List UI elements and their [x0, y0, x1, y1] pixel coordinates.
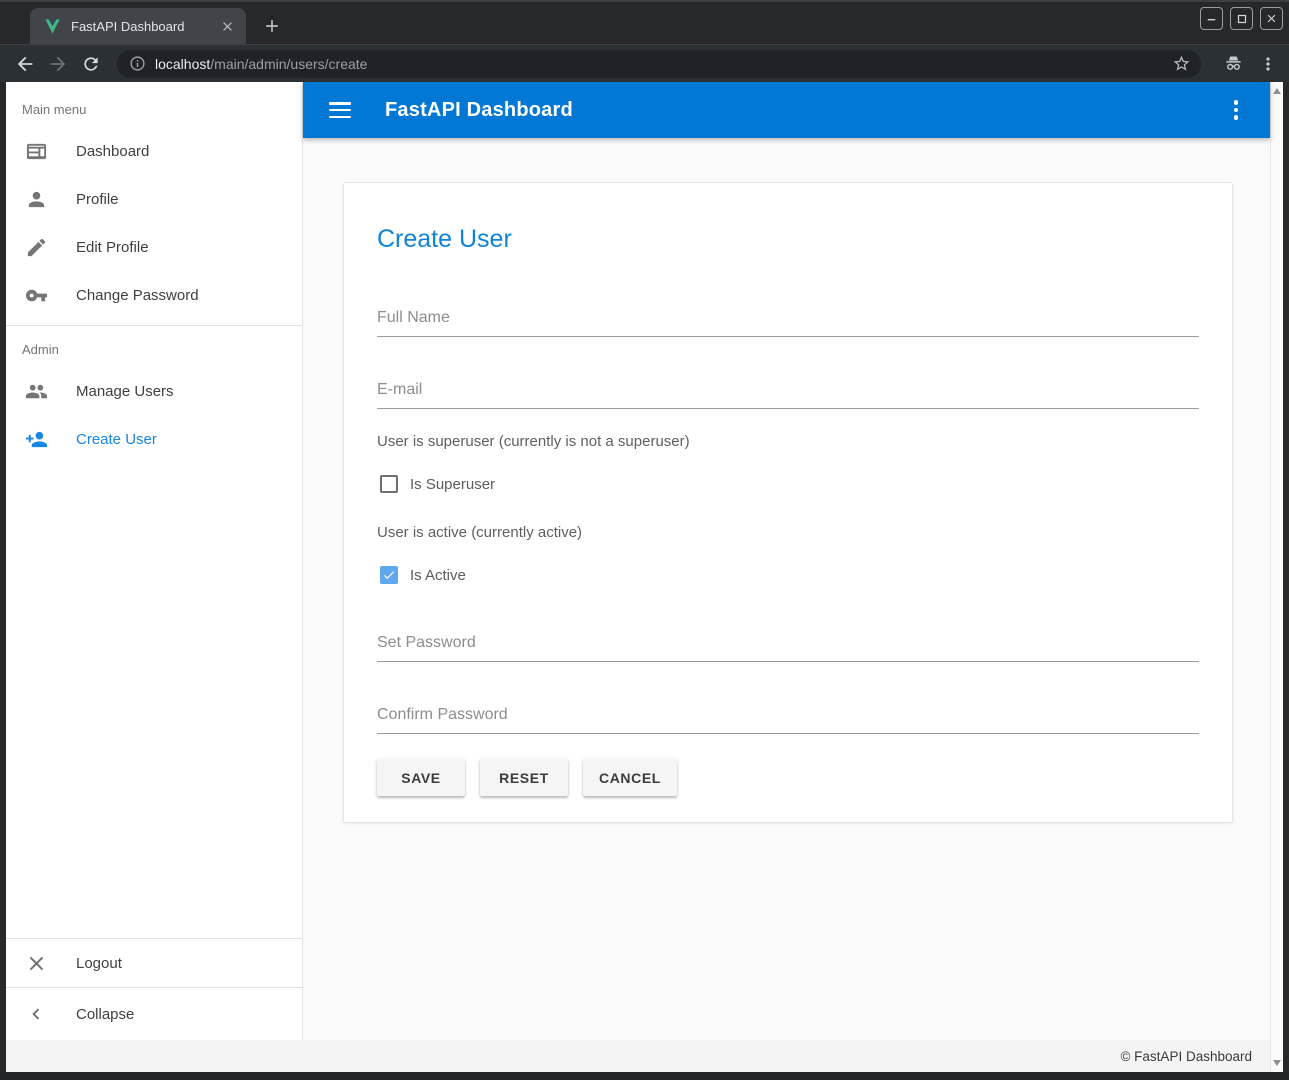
pencil-icon — [24, 235, 48, 259]
is-superuser-checkbox[interactable] — [380, 475, 398, 493]
appbar: FastAPI Dashboard — [303, 82, 1270, 138]
is-active-label: Is Active — [410, 567, 466, 584]
sidebar-item-logout[interactable]: Logout — [6, 939, 302, 987]
minimize-button[interactable] — [1200, 7, 1223, 30]
url-bar[interactable]: localhost/main/admin/users/create — [117, 50, 1201, 78]
reload-icon[interactable] — [78, 51, 104, 77]
sidebar-caption-admin: Admin — [6, 332, 302, 367]
appbar-title: FastAPI Dashboard — [385, 99, 573, 122]
window-border — [0, 1072, 1289, 1080]
main-area: FastAPI Dashboard Create User — [303, 82, 1270, 1040]
sidebar-item-edit-profile[interactable]: Edit Profile — [6, 223, 302, 271]
window-controls — [1200, 7, 1283, 30]
browser-toolbar: localhost/main/admin/users/create — [0, 44, 1289, 82]
forward-icon[interactable] — [45, 51, 71, 77]
is-superuser-row: Is Superuser — [377, 475, 1199, 493]
page-content: Create User User is superuser (currently… — [303, 138, 1270, 1040]
browser-menu-icon[interactable] — [1255, 51, 1281, 77]
key-icon — [24, 283, 48, 307]
superuser-note: User is superuser (currently is not a su… — [377, 433, 1199, 450]
cancel-button[interactable]: CANCEL — [583, 759, 677, 796]
set-password-input[interactable] — [377, 634, 1199, 662]
sidebar-item-change-password[interactable]: Change Password — [6, 271, 302, 319]
browser-window: FastAPI Dashboard — [0, 0, 1289, 1080]
close-icon — [24, 951, 48, 975]
scrollbar-up-arrow[interactable] — [1273, 88, 1281, 94]
page-footer: © FastAPI Dashboard — [6, 1040, 1270, 1072]
save-button[interactable]: SAVE — [377, 759, 465, 796]
confirm-password-input[interactable] — [377, 706, 1199, 734]
person-icon — [24, 187, 48, 211]
browser-tab[interactable]: FastAPI Dashboard — [30, 8, 246, 44]
appbar-menu-icon[interactable] — [1224, 98, 1248, 122]
email-input[interactable] — [377, 381, 1199, 409]
browser-tabstrip: FastAPI Dashboard — [0, 2, 1289, 44]
copyright-text: © FastAPI Dashboard — [1120, 1049, 1252, 1064]
scrollbar-down-arrow[interactable] — [1273, 1060, 1281, 1066]
sidebar-item-manage-users[interactable]: Manage Users — [6, 367, 302, 415]
full-name-input[interactable] — [377, 309, 1199, 337]
people-icon — [24, 379, 48, 403]
person-add-icon — [24, 427, 48, 451]
sidebar-caption-main-menu: Main menu — [6, 82, 302, 127]
tab-close-icon[interactable] — [219, 18, 236, 35]
active-note: User is active (currently active) — [377, 524, 1199, 541]
new-tab-button[interactable] — [258, 12, 286, 40]
url-path: /main/admin/users/create — [210, 56, 367, 72]
reset-button[interactable]: RESET — [480, 759, 568, 796]
maximize-button[interactable] — [1230, 7, 1253, 30]
incognito-icon — [1220, 51, 1246, 77]
back-icon[interactable] — [12, 51, 38, 77]
vue-logo-icon — [44, 18, 61, 35]
sidebar-item-dashboard[interactable]: Dashboard — [6, 127, 302, 175]
sidebar: Main menu Dashboard Profile — [6, 82, 303, 1040]
email-field — [377, 381, 1199, 409]
hamburger-menu-icon[interactable] — [329, 102, 351, 118]
is-superuser-label: Is Superuser — [410, 476, 495, 493]
full-name-field — [377, 309, 1199, 337]
sidebar-divider — [6, 325, 302, 326]
site-info-icon[interactable] — [129, 55, 146, 72]
is-active-row: Is Active — [377, 566, 1199, 584]
sidebar-item-create-user[interactable]: Create User — [6, 415, 302, 463]
page-scrollbar[interactable] — [1270, 82, 1283, 1072]
bookmark-star-icon[interactable] — [1172, 54, 1191, 73]
url-host: localhost — [155, 56, 210, 72]
chevron-left-icon — [24, 1002, 48, 1026]
browser-viewport: Main menu Dashboard Profile — [0, 82, 1289, 1072]
confirm-password-field — [377, 706, 1199, 734]
sidebar-item-profile[interactable]: Profile — [6, 175, 302, 223]
form-buttons: SAVE RESET CANCEL — [377, 759, 1199, 796]
close-button[interactable] — [1260, 7, 1283, 30]
create-user-card: Create User User is superuser (currently… — [343, 182, 1233, 823]
page-title: Create User — [377, 225, 1199, 254]
is-active-checkbox[interactable] — [380, 566, 398, 584]
sidebar-item-collapse[interactable]: Collapse — [6, 988, 302, 1040]
tab-title: FastAPI Dashboard — [71, 19, 219, 34]
dashboard-icon — [24, 139, 48, 163]
set-password-field — [377, 634, 1199, 662]
